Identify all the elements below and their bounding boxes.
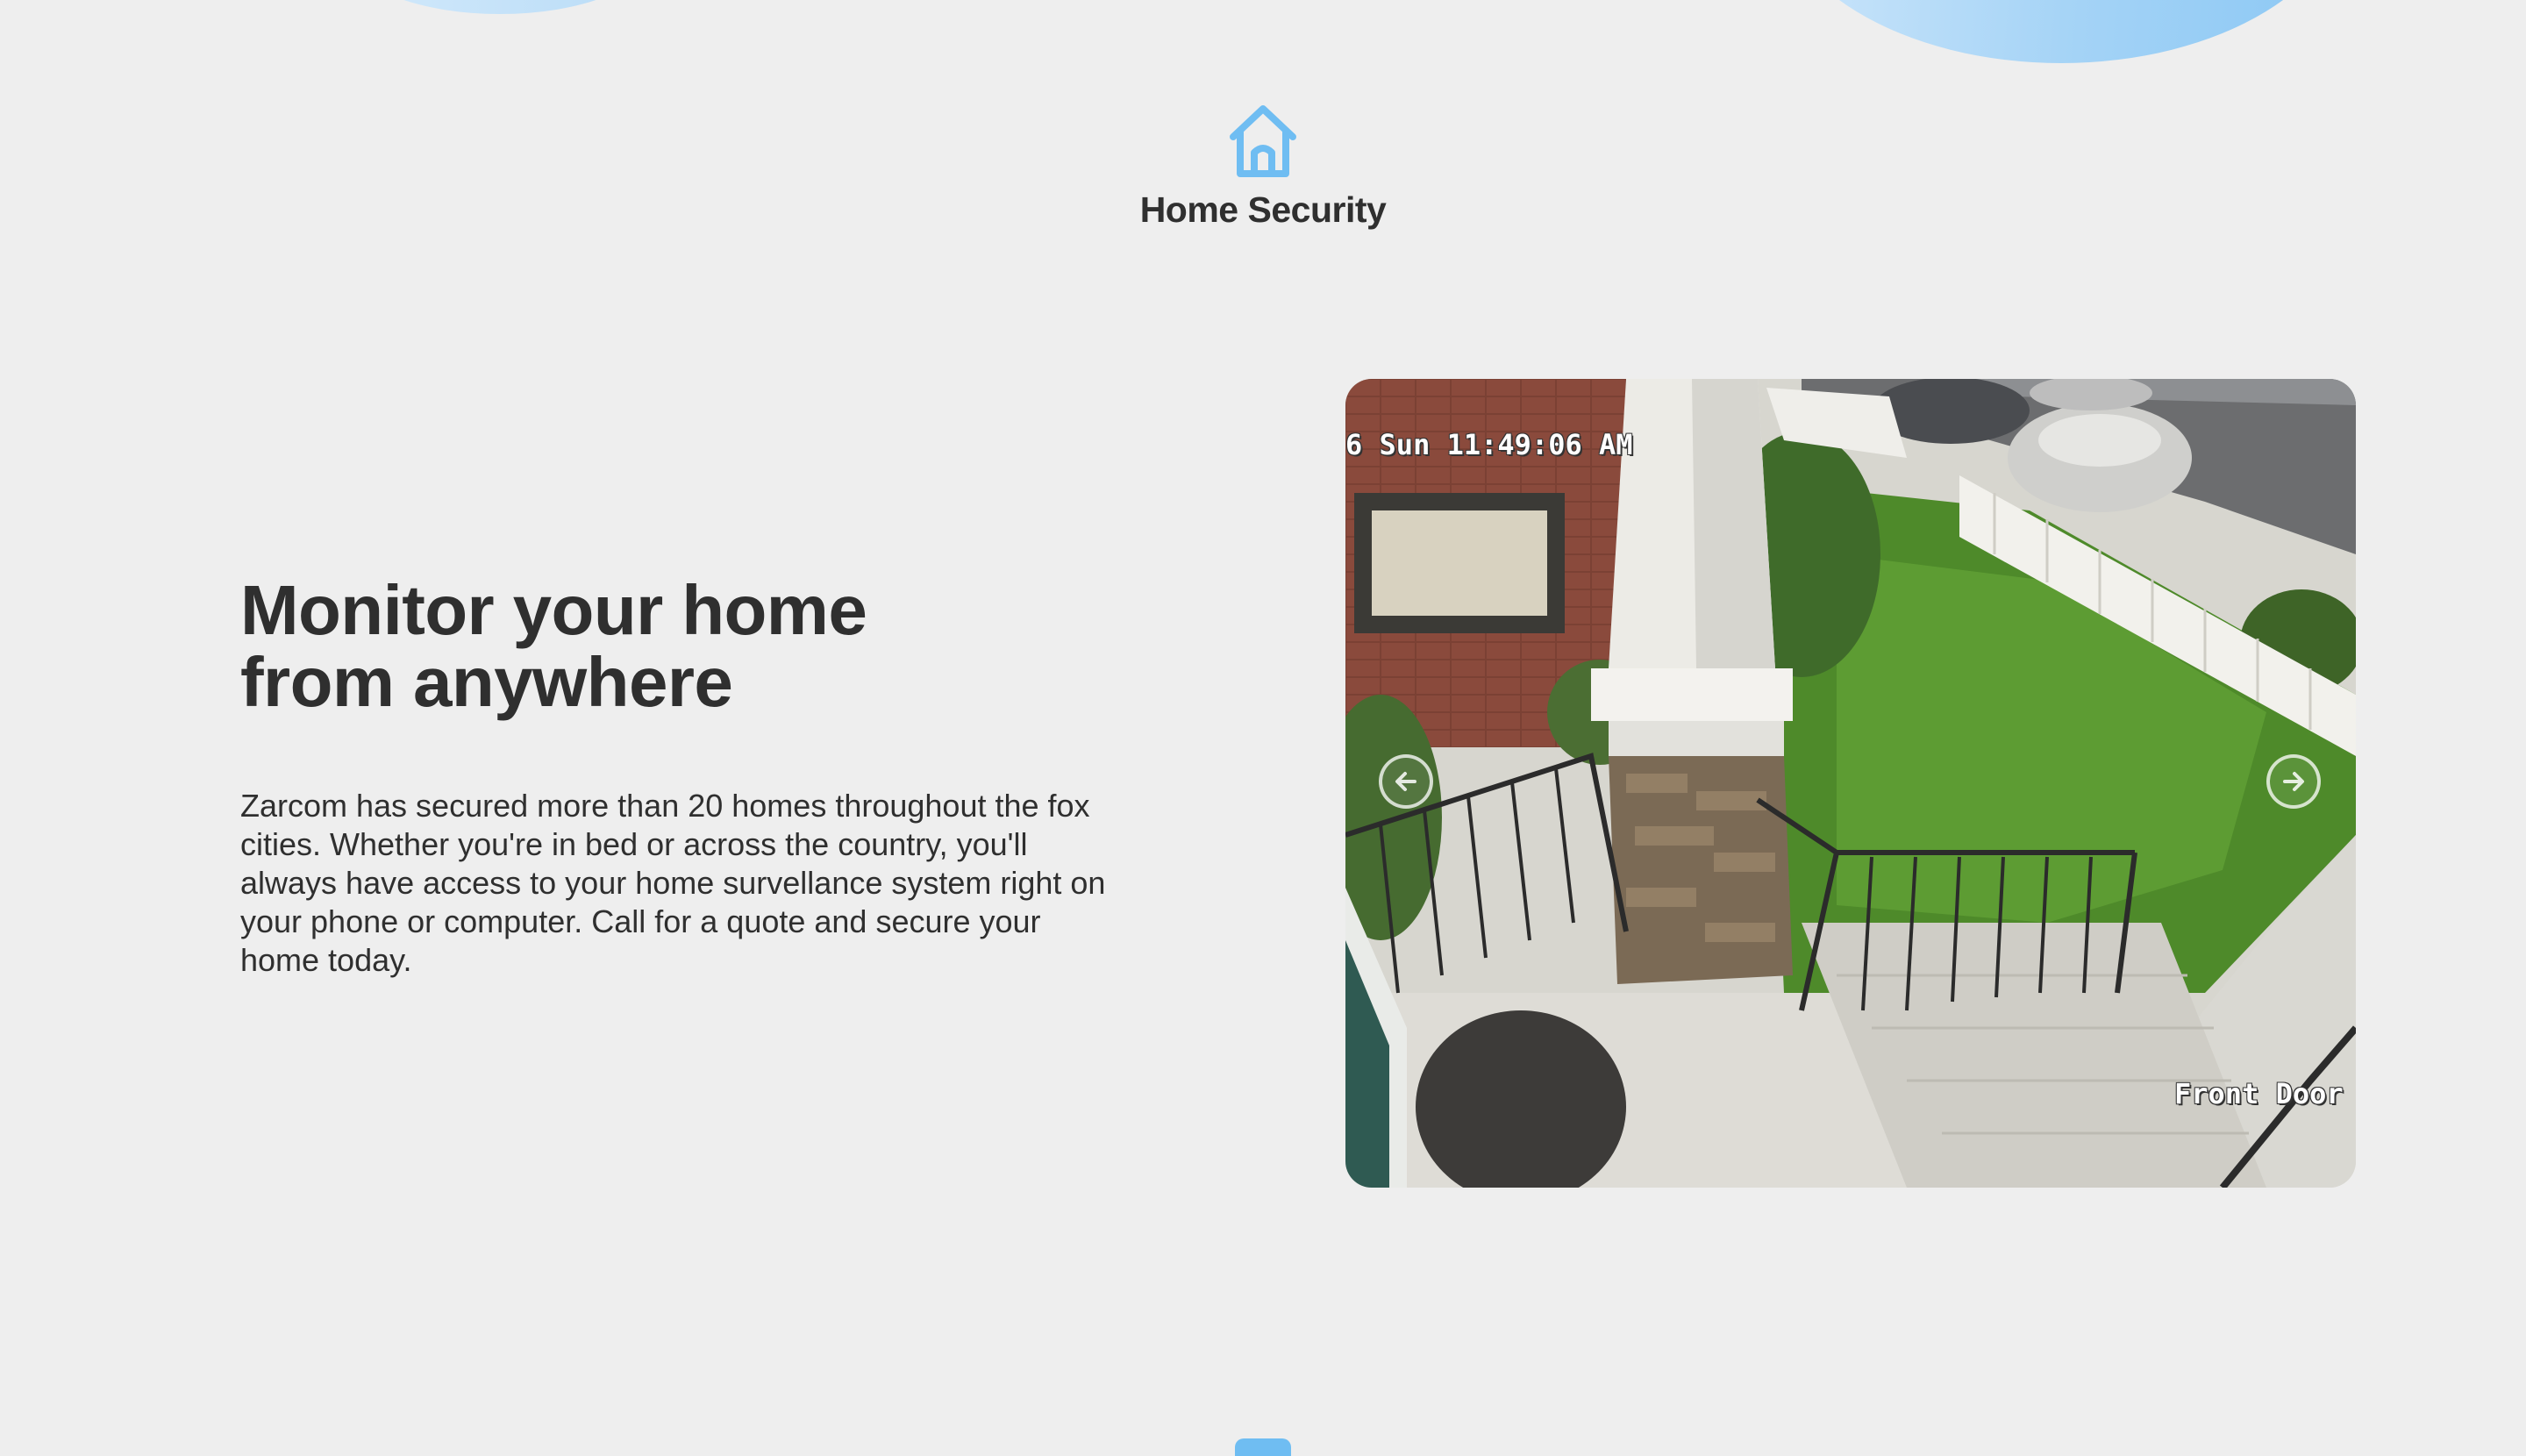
decorative-blob-left [351, 0, 649, 14]
camera-timestamp: 6 Sun 11:49:06 AM [1345, 428, 1633, 461]
next-section-icon [1235, 1438, 1291, 1456]
feature-copy: Monitor your home from anywhere Zarcom h… [240, 575, 1135, 980]
section-title: Home Security [1139, 189, 1387, 230]
feature-description: Zarcom has secured more than 20 homes th… [240, 788, 1106, 978]
arrow-left-circle-icon [1395, 772, 1416, 791]
front-door-camera-image [1345, 379, 2356, 1188]
decorative-blob-right [1772, 0, 2351, 63]
carousel-prev-button[interactable] [1379, 754, 1433, 809]
feature-headline: Monitor your home from anywhere [240, 571, 867, 721]
camera-image-carousel[interactable]: 6 Sun 11:49:06 AM Front Door [1345, 379, 2356, 1188]
camera-label: Front Door [2174, 1077, 2344, 1110]
home-icon [1230, 105, 1296, 177]
arrow-right-circle-icon [2283, 772, 2304, 791]
carousel-next-button[interactable] [2266, 754, 2321, 809]
section-header: Home Security [1088, 98, 1438, 231]
